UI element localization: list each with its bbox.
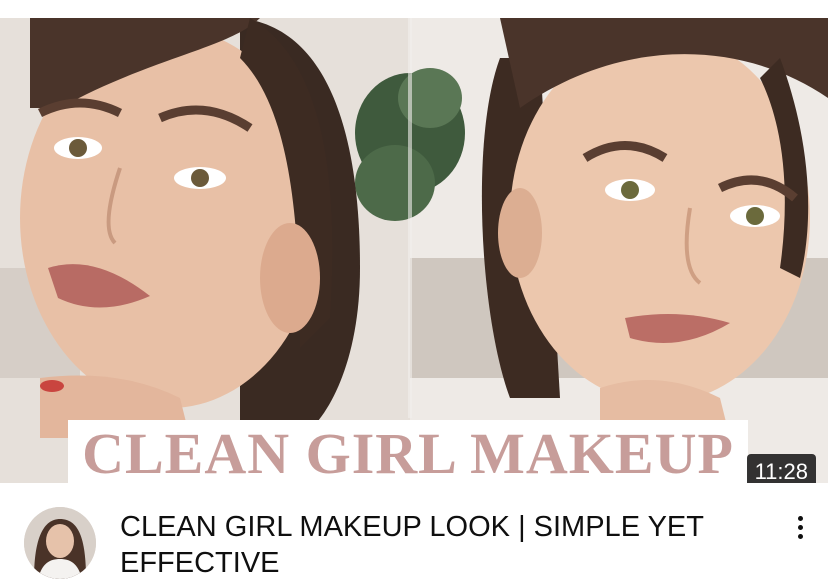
video-card[interactable]: CLEAN GIRL MAKEUP 11:28 CLEAN GIRL MAKEU… [0, 0, 828, 585]
video-title[interactable]: CLEAN GIRL MAKEUP LOOK | SIMPLE YET EFFE… [120, 509, 760, 581]
dot [797, 533, 803, 539]
thumbnail-title-text: CLEAN GIRL MAKEUP [82, 420, 734, 484]
thumbnail-title-banner: CLEAN GIRL MAKEUP [68, 420, 748, 483]
thumbnail-image [0, 18, 828, 483]
more-vert-icon[interactable] [784, 507, 816, 547]
dot [797, 515, 803, 521]
dot [797, 524, 803, 530]
channel-avatar[interactable] [24, 507, 96, 579]
duration-badge: 11:28 [746, 454, 816, 483]
avatar-image [24, 507, 96, 579]
video-thumbnail[interactable]: CLEAN GIRL MAKEUP 11:28 [0, 18, 828, 483]
video-meta: CLEAN GIRL MAKEUP LOOK | SIMPLE YET EFFE… [0, 483, 828, 585]
